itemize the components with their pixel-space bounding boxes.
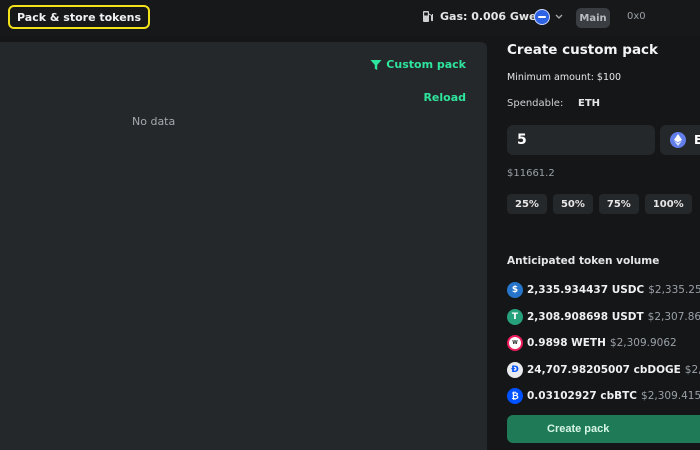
wallet-address[interactable]: 0x0 [627, 11, 646, 22]
token-amount: 24,707.98205007 cbDOGE [527, 363, 681, 376]
cbdoge-icon: Ð [507, 361, 523, 378]
custom-pack-button[interactable]: Custom pack [370, 58, 466, 71]
panel-title: Create custom pack [507, 42, 659, 58]
token-selector[interactable]: E [660, 125, 700, 155]
percent-50-button[interactable]: 50% [552, 194, 593, 214]
network-icon [534, 9, 550, 25]
list-item: Ð 24,707.98205007 cbDOGE $2,465. [507, 357, 700, 384]
token-usd: $2,309.9062 [609, 337, 677, 350]
list-item: T 2,308.908698 USDT $2,307.8628 [507, 304, 700, 331]
network-selector[interactable] [534, 9, 563, 25]
filter-icon [370, 59, 382, 70]
list-item: ₿ 0.03102927 cbBTC $2,309.4155 [507, 383, 700, 410]
custom-pack-label: Custom pack [386, 58, 466, 71]
network-mode-badge[interactable]: Main [576, 8, 610, 28]
gas-indicator: Gas: 0.006 Gwei [422, 10, 540, 23]
reload-button[interactable]: Reload [423, 91, 466, 104]
minimum-amount-text: Minimum amount: $100 [507, 72, 622, 83]
page-title-button[interactable]: Pack & store tokens [8, 5, 151, 29]
token-amount: 0.03102927 cbBTC [527, 390, 638, 403]
list-item: W 0.9898 WETH $2,309.9062 [507, 330, 700, 357]
percent-75-button[interactable]: 75% [598, 194, 639, 214]
top-bar: Pack & store tokens Gas: 0.006 Gwei Main… [0, 0, 700, 36]
percent-25-button[interactable]: 25% [507, 194, 547, 214]
token-usd: $2,307.8628 [647, 310, 700, 323]
usdc-icon: $ [507, 282, 523, 299]
percent-buttons: 25% 50% 75% 100% [507, 194, 698, 214]
create-pack-button[interactable]: Create pack [507, 415, 700, 443]
page-title: Pack & store tokens [17, 10, 142, 24]
token-amount: 0.9898 WETH [527, 337, 606, 350]
list-item: $ 2,335.934437 USDC $2,335.25 [507, 277, 700, 304]
percent-100-button[interactable]: 100% [644, 194, 692, 214]
token-symbol: E [694, 133, 700, 147]
gas-label: Gas: 0.006 Gwei [440, 10, 541, 23]
empty-state-text: No data [132, 115, 176, 128]
cbbtc-icon: ₿ [507, 388, 523, 405]
token-usd: $2,309.4155 [641, 390, 700, 403]
usdt-icon: T [507, 308, 523, 325]
chevron-down-icon [555, 14, 563, 19]
token-amount: 2,335.934437 USDC [527, 284, 645, 297]
amount-input[interactable] [507, 125, 655, 155]
packs-list-panel: Custom pack Reload No data [0, 42, 487, 450]
token-usd: $2,335.25 [648, 284, 700, 297]
token-amount: 2,308.908698 USDT [527, 310, 644, 323]
token-volume-list: $ 2,335.934437 USDC $2,335.25 T 2,308.90… [507, 277, 700, 410]
usd-value: $11661.2 [507, 168, 555, 179]
gas-pump-icon [423, 11, 433, 22]
weth-icon: W [507, 335, 523, 352]
create-pack-panel: Create custom pack Minimum amount: $100 … [495, 36, 700, 450]
token-usd: $2,465. [684, 363, 700, 376]
anticipated-volume-label: Anticipated token volume [507, 255, 660, 267]
eth-icon [670, 132, 686, 148]
spendable-value: ETH [578, 98, 601, 109]
spendable-label: Spendable: [507, 98, 564, 109]
